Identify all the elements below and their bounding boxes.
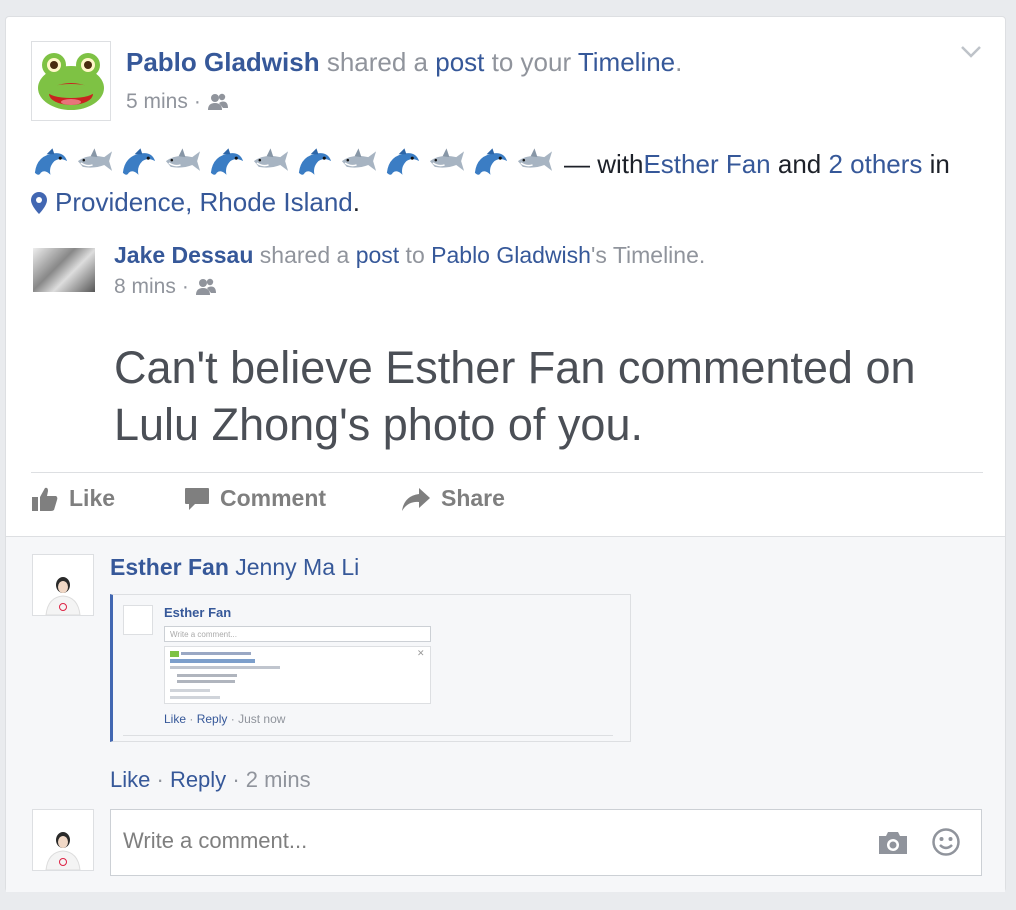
shared-author-name[interactable]: Jake Dessau xyxy=(114,242,253,268)
comment-attached-screenshot[interactable]: Esther Fan Write a comment... ✕ Like · R… xyxy=(110,594,631,742)
thumbs-up-icon xyxy=(32,487,58,511)
screenshot-dot-2: · xyxy=(230,712,235,726)
location-link[interactable]: Providence, Rhode Island xyxy=(55,187,353,217)
meta-separator: · xyxy=(193,90,201,113)
shared-to-text: to xyxy=(399,242,432,268)
comment-tagged-person[interactable]: Jenny Ma Li xyxy=(235,554,359,580)
shark-emoji-icon xyxy=(517,148,553,171)
comment-footer: Like · Reply · 2 mins xyxy=(110,767,311,793)
shared-text: shared a xyxy=(253,242,356,268)
location-pin-icon xyxy=(31,191,47,214)
meta-separator: · xyxy=(181,275,189,298)
timeline-link[interactable]: Timeline xyxy=(578,47,675,77)
shared-timestamp[interactable]: 8 mins xyxy=(114,275,176,299)
share-label: Share xyxy=(441,485,505,511)
comment-author-name[interactable]: Esther Fan xyxy=(110,554,229,580)
story-meta: 5 mins · xyxy=(126,90,229,114)
shared-header: Jake Dessau shared a post to Pablo Gladw… xyxy=(114,242,705,269)
screenshot-preview: ✕ xyxy=(164,646,431,704)
person-photo-icon xyxy=(45,832,81,870)
share-arrow-icon xyxy=(402,487,430,511)
to-text: to your xyxy=(484,47,578,77)
chevron-down-icon[interactable] xyxy=(960,45,982,59)
screenshot-like: Like xyxy=(164,712,187,726)
composer-avatar[interactable] xyxy=(32,809,94,871)
like-button[interactable]: Like xyxy=(31,485,115,512)
shared-message: Can't believe Esther Fan commented on Lu… xyxy=(114,342,916,450)
others-link[interactable]: 2 others xyxy=(828,149,922,180)
comment-button[interactable]: Comment xyxy=(184,485,326,512)
comment-bubble-icon xyxy=(185,487,209,510)
story-header: Pablo Gladwish shared a post to your Tim… xyxy=(126,47,682,78)
feed-story-card: Pablo Gladwish shared a post to your Tim… xyxy=(5,16,1006,892)
divider xyxy=(31,472,983,473)
like-label: Like xyxy=(69,485,116,511)
location-line: Providence, Rhode Island. xyxy=(31,187,360,218)
shared-text: shared a xyxy=(319,47,436,77)
author-name[interactable]: Pablo Gladwish xyxy=(126,47,320,77)
screenshot-write-box: Write a comment... xyxy=(164,626,431,642)
shark-emoji-icon xyxy=(341,148,377,171)
comment-reply-link[interactable]: Reply xyxy=(170,767,226,792)
post-link[interactable]: post xyxy=(435,47,484,77)
shark-emoji-icon xyxy=(77,148,113,171)
comment-label: Comment xyxy=(220,485,327,511)
dolphin-emoji-icon xyxy=(474,148,508,175)
comment-header: Esther Fan Jenny Ma Li xyxy=(110,554,359,581)
screenshot-footer: Like · Reply · Just now xyxy=(164,712,285,726)
dolphin-emoji-icon xyxy=(210,148,244,175)
person-photo-icon xyxy=(45,577,81,615)
shared-post-link[interactable]: post xyxy=(356,242,399,268)
comment-like-link[interactable]: Like xyxy=(110,767,150,792)
story-timestamp[interactable]: 5 mins xyxy=(126,90,188,114)
post-body-line: — with Esther Fan and 2 others in xyxy=(31,147,950,181)
smiley-icon[interactable] xyxy=(931,827,961,857)
comments-section: Esther Fan Jenny Ma Li Esther Fan Write … xyxy=(6,536,1005,892)
emoji-row xyxy=(31,147,554,181)
camera-icon[interactable] xyxy=(877,830,909,856)
comment-dot-1: · xyxy=(156,767,164,792)
location-period: . xyxy=(352,187,360,217)
shark-emoji-icon xyxy=(165,148,201,171)
screenshot-time: Just now xyxy=(238,712,286,726)
shark-emoji-icon xyxy=(253,148,289,171)
shared-target-suffix: 's Timeline. xyxy=(590,242,706,268)
comment-dot-2: · xyxy=(232,767,240,792)
shark-emoji-icon xyxy=(429,148,465,171)
commenter-avatar[interactable] xyxy=(32,554,94,616)
share-button[interactable]: Share xyxy=(401,485,505,512)
header-period: . xyxy=(675,47,683,77)
frog-face-icon xyxy=(38,53,104,110)
dolphin-emoji-icon xyxy=(298,148,332,175)
comment-input[interactable]: Write a comment... xyxy=(110,809,982,876)
in-text: in xyxy=(922,148,950,179)
comment-timestamp[interactable]: 2 mins xyxy=(246,767,311,792)
screenshot-name: Esther Fan xyxy=(164,605,232,620)
screenshot-dot-1: · xyxy=(189,712,194,726)
tagged-person-link[interactable]: Esther Fan xyxy=(643,149,770,180)
with-text: — with xyxy=(564,148,644,179)
and-text: and xyxy=(770,148,829,179)
shared-target-link[interactable]: Pablo Gladwish xyxy=(431,242,591,268)
shared-author-avatar[interactable] xyxy=(33,248,95,292)
friends-icon[interactable] xyxy=(207,93,229,111)
shared-meta: 8 mins · xyxy=(114,275,217,299)
author-avatar[interactable] xyxy=(31,41,111,121)
screenshot-avatar xyxy=(123,605,153,635)
screenshot-reply: Reply xyxy=(196,712,228,726)
dolphin-emoji-icon xyxy=(34,148,68,175)
comment-input-placeholder: Write a comment... xyxy=(123,828,308,853)
dolphin-emoji-icon xyxy=(122,148,156,175)
friends-icon[interactable] xyxy=(195,278,217,296)
dolphin-emoji-icon xyxy=(386,148,420,175)
